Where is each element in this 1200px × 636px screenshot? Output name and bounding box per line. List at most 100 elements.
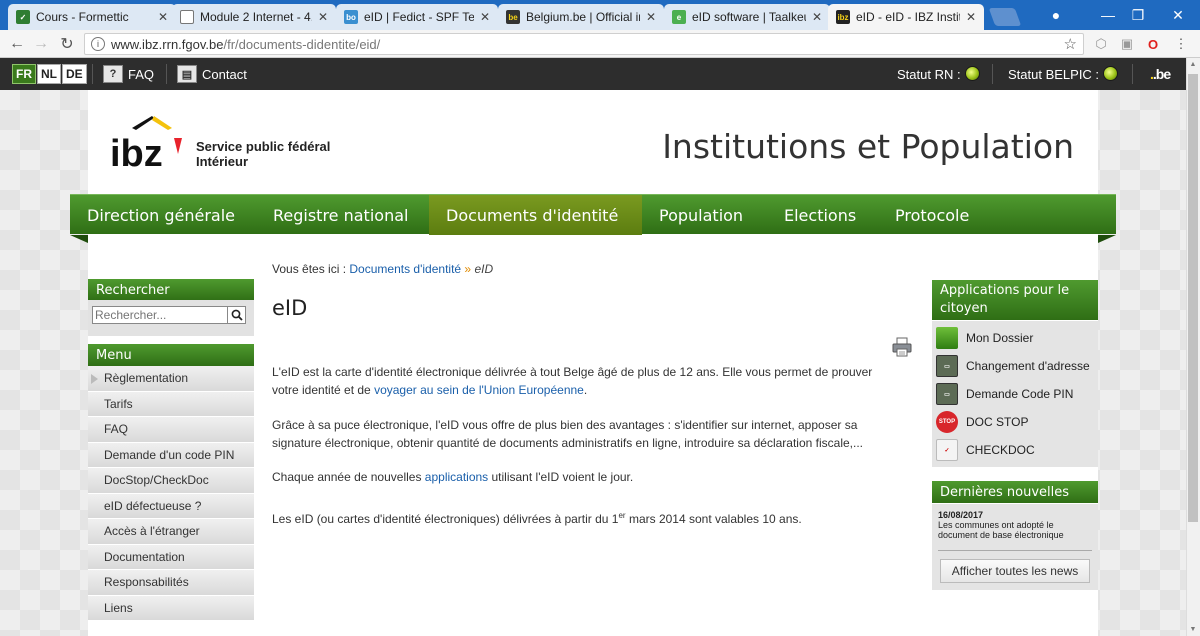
url-host: www.ibz.rrn.fgov.be	[111, 36, 224, 52]
ibz-favicon-icon: ibz	[836, 10, 850, 24]
breadcrumb-separator: »	[464, 262, 472, 276]
site-top-bar: FR NL DE ? FAQ ▤ Contact Statut RN : Sta…	[0, 58, 1186, 90]
superscript: er	[618, 511, 626, 520]
maximize-icon[interactable]: ❐	[1116, 0, 1160, 30]
divider	[166, 64, 167, 84]
browser-menu-icon[interactable]: ⋮	[1172, 35, 1190, 53]
eid-software-favicon-icon: e	[672, 10, 686, 24]
belgium-be-favicon-icon: be	[506, 10, 520, 24]
statut-rn-label: Statut RN :	[897, 67, 961, 82]
sidebar-item-code-pin[interactable]: Demande d'un code PIN	[88, 442, 254, 468]
search-icon	[231, 309, 243, 321]
sidebar-item-faq[interactable]: FAQ	[88, 417, 254, 443]
doc-stop-icon: STOP	[936, 411, 958, 433]
scrollbar-thumb[interactable]	[1188, 74, 1198, 522]
paragraph-text: Les eID (ou cartes d'identité électroniq…	[272, 512, 619, 526]
browser-toolbar: ← → ↻ i www.ibz.rrn.fgov.be/fr/documents…	[0, 30, 1200, 58]
breadcrumb-link-documents[interactable]: Documents d'identité	[349, 262, 461, 276]
close-window-icon[interactable]: ✕	[1156, 0, 1200, 30]
reload-icon[interactable]: ↻	[56, 33, 78, 55]
tab-title: Module 2 Internet - 4.5	[200, 10, 312, 24]
faq-link[interactable]: ? FAQ	[103, 64, 154, 84]
intro-paragraph: L'eID est la carte d'identité électroniq…	[272, 363, 902, 399]
applications-link[interactable]: applications	[425, 470, 488, 484]
app-mon-dossier[interactable]: Mon Dossier	[936, 325, 1033, 351]
scroll-up-icon[interactable]: ▲	[1188, 61, 1198, 68]
print-icon[interactable]	[892, 337, 912, 357]
sidebar-item-responsabilites[interactable]: Responsabilités	[88, 570, 254, 596]
checkdoc-icon: ✓	[936, 439, 958, 461]
sidebar-item-eid-defectueuse[interactable]: eID défectueuse ?	[88, 493, 254, 519]
nav-direction-generale[interactable]: Direction générale	[70, 195, 252, 235]
sidebar-item-documentation[interactable]: Documentation	[88, 544, 254, 570]
search-input[interactable]	[92, 306, 228, 324]
browser-tab-active[interactable]: ibz eID - eID - IBZ Institutio ✕	[828, 4, 984, 30]
news-item-text[interactable]: Les communes ont adopté le document de b…	[938, 520, 1088, 540]
language-fr[interactable]: FR	[12, 64, 36, 84]
nav-protocole[interactable]: Protocole	[878, 195, 986, 235]
nav-population[interactable]: Population	[642, 195, 760, 235]
browser-tab[interactable]: be Belgium.be | Official inf ✕	[498, 4, 664, 30]
voyager-ue-link[interactable]: voyager au sein de l'Union Européenne	[374, 383, 584, 397]
nav-registre-national[interactable]: Registre national	[256, 195, 425, 235]
scroll-down-icon[interactable]: ▼	[1188, 626, 1198, 633]
sidebar-item-liens[interactable]: Liens	[88, 595, 254, 621]
profile-icon[interactable]: ●	[1034, 0, 1078, 30]
news-date: 16/08/2017	[938, 510, 984, 520]
paragraph-text: .	[583, 383, 588, 397]
statut-belpic-label: Statut BELPIC :	[1008, 67, 1100, 82]
app-checkdoc[interactable]: ✓ CHECKDOC	[936, 437, 1035, 463]
app-label: Demande Code PIN	[966, 387, 1074, 401]
close-tab-icon[interactable]: ✕	[644, 10, 658, 24]
contact-link[interactable]: ▤ Contact	[177, 64, 247, 84]
belgium-be-logo[interactable]: ..be	[1150, 66, 1171, 82]
divider	[1132, 64, 1133, 84]
be-logo-text: .be	[1152, 66, 1171, 82]
browser-tab[interactable]: bo eID | Fedict - SPF Techn ✕	[336, 4, 498, 30]
close-tab-icon[interactable]: ✕	[478, 10, 492, 24]
chevron-right-icon	[91, 374, 98, 384]
search-button[interactable]	[228, 306, 246, 324]
breadcrumb: Vous êtes ici : Documents d'identité » e…	[272, 262, 912, 276]
close-tab-icon[interactable]: ✕	[156, 10, 170, 24]
extension-icon[interactable]: ⬡	[1092, 35, 1110, 53]
site-info-icon[interactable]: i	[91, 37, 105, 51]
org-name-line1: Service public fédéral	[196, 139, 331, 154]
language-nl[interactable]: NL	[37, 64, 61, 84]
app-label: Mon Dossier	[966, 331, 1034, 345]
show-all-news-button[interactable]: Afficher toutes les news	[940, 559, 1090, 583]
url-path: /fr/documents-didentite/eid/	[223, 36, 381, 52]
forward-icon[interactable]: →	[30, 33, 52, 55]
news-heading: Dernières nouvelles	[932, 481, 1098, 503]
nav-documents-didentite[interactable]: Documents d'identité	[429, 195, 642, 235]
statut-belpic-indicator	[1103, 66, 1118, 81]
nav-fold-left	[70, 235, 88, 243]
address-bar[interactable]: i www.ibz.rrn.fgov.be/fr/documents-diden…	[84, 33, 1084, 55]
tab-title: Cours - Formettic	[36, 10, 129, 24]
app-changement-adresse[interactable]: ▭ Changement d'adresse	[936, 353, 1090, 379]
extension-icon[interactable]: ▣	[1118, 35, 1136, 53]
close-tab-icon[interactable]: ✕	[810, 10, 824, 24]
back-icon[interactable]: ←	[6, 33, 28, 55]
close-tab-icon[interactable]: ✕	[964, 10, 978, 24]
browser-tab[interactable]: Module 2 Internet - 4.5 ✕	[172, 4, 336, 30]
search-heading: Rechercher	[88, 279, 254, 301]
opera-extension-icon[interactable]: O	[1144, 35, 1162, 53]
divider	[992, 64, 993, 84]
sidebar-item-reglementation[interactable]: Règlementation	[88, 366, 254, 392]
sidebar-item-tarifs[interactable]: Tarifs	[88, 391, 254, 417]
browser-tab[interactable]: e eID software | Taalkeuze ✕	[664, 4, 830, 30]
divider	[92, 64, 93, 84]
app-demande-code-pin[interactable]: ▭ Demande Code PIN	[936, 381, 1073, 407]
language-de[interactable]: DE	[62, 64, 87, 84]
mon-dossier-icon	[936, 327, 958, 349]
browser-tab[interactable]: ✓ Cours - Formettic ✕	[8, 4, 176, 30]
sidebar-item-acces-etranger[interactable]: Accès à l'étranger	[88, 519, 254, 545]
ibz-logo-icon[interactable]: ibz	[110, 114, 190, 174]
sidebar-item-docstop-checkdoc[interactable]: DocStop/CheckDoc	[88, 468, 254, 494]
close-tab-icon[interactable]: ✕	[316, 10, 330, 24]
new-tab-button[interactable]	[988, 8, 1022, 26]
bookmark-star-icon[interactable]: ☆	[1064, 35, 1077, 53]
nav-elections[interactable]: Elections	[767, 195, 873, 235]
app-doc-stop[interactable]: STOP DOC STOP	[936, 409, 1028, 435]
